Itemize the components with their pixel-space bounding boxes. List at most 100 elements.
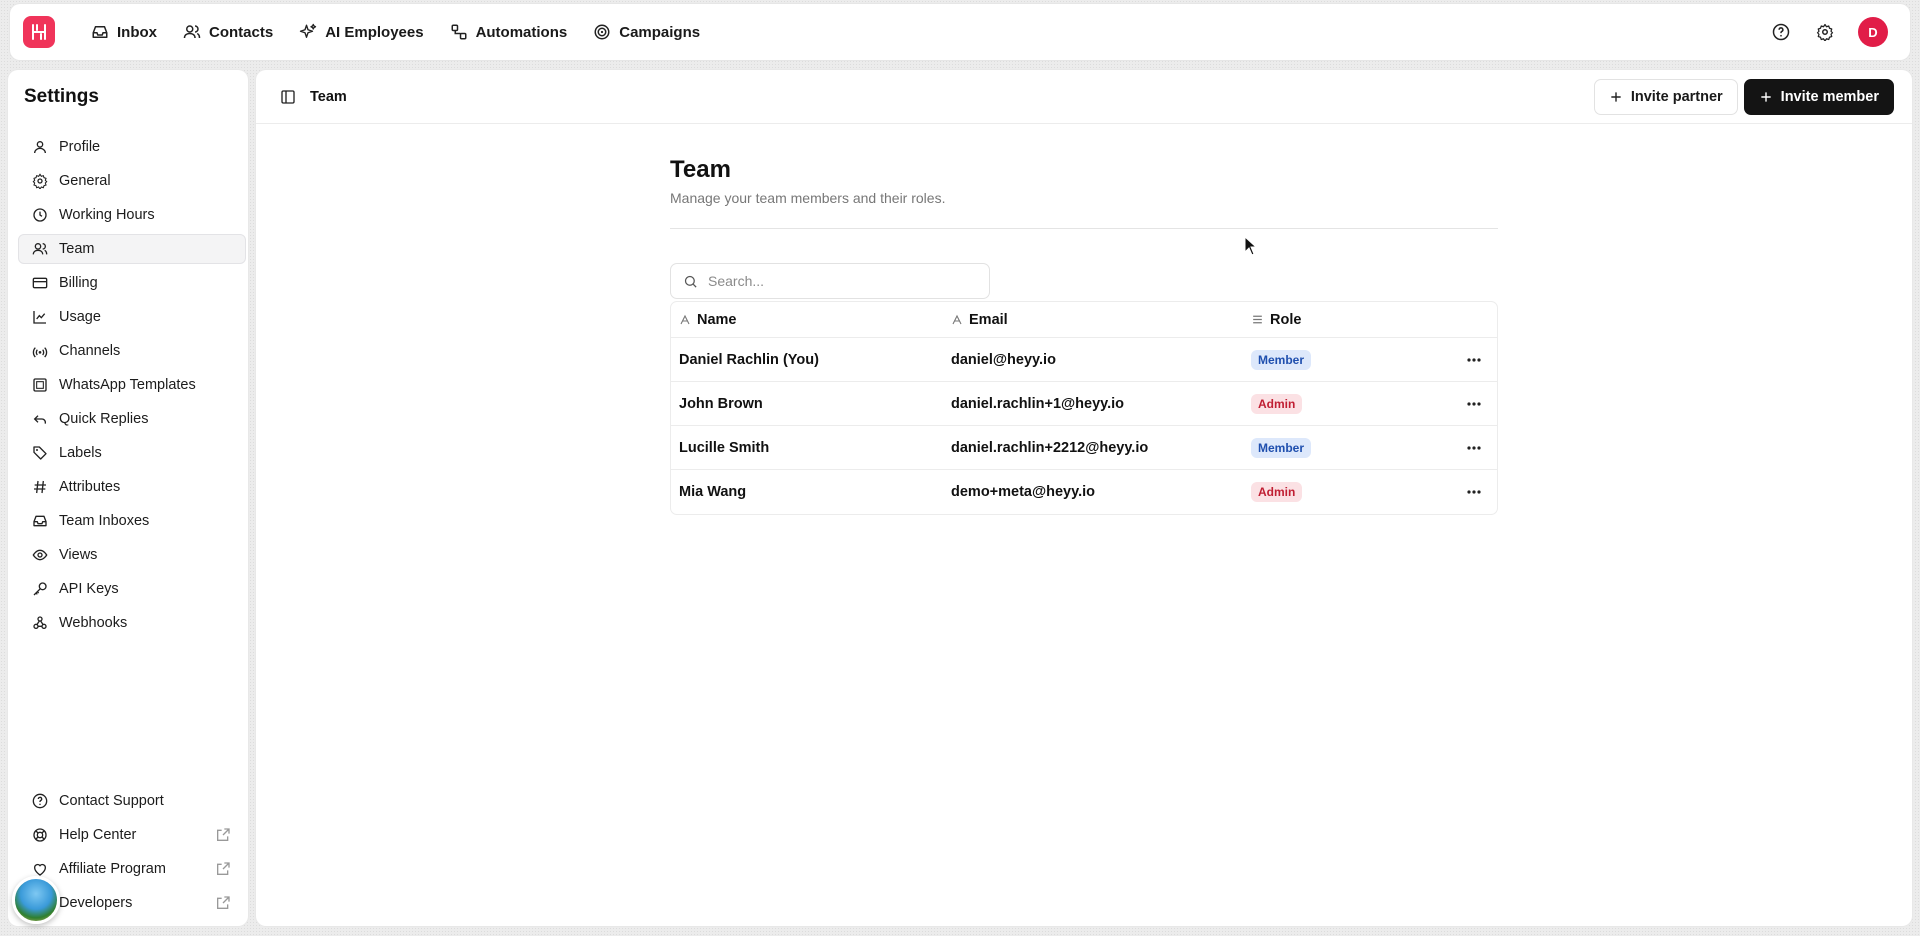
nav-campaigns[interactable]: Campaigns	[583, 14, 710, 50]
sidebar-item-billing[interactable]: Billing	[18, 268, 246, 298]
divider	[670, 228, 1498, 229]
search-input[interactable]	[708, 273, 968, 289]
nav-ai-employees-label: AI Employees	[325, 23, 424, 41]
member-email: daniel.rachlin+1@heyy.io	[951, 395, 1125, 412]
sidebar-item-help-center[interactable]: Help Center	[18, 820, 246, 850]
column-header-name-label: Name	[697, 311, 737, 328]
row-actions-button[interactable]	[1451, 401, 1497, 406]
sidebar-item-label: WhatsApp Templates	[59, 377, 196, 393]
sidebar-item-channels[interactable]: Channels	[18, 336, 246, 366]
row-actions-button[interactable]	[1451, 490, 1497, 494]
nav-inbox[interactable]: Inbox	[81, 14, 167, 50]
target-icon	[594, 24, 610, 40]
sidebar-item-profile[interactable]: Profile	[18, 132, 246, 162]
more-horizontal-icon	[1467, 445, 1481, 450]
nav-automations[interactable]: Automations	[440, 14, 578, 50]
page-title: Team	[670, 156, 731, 183]
help-circle-icon	[32, 793, 48, 809]
sidebar-item-label: Billing	[59, 275, 98, 291]
sidebar-item-label: Views	[59, 547, 98, 563]
clock-icon	[33, 208, 47, 222]
reply-icon	[33, 415, 46, 424]
gear-icon	[32, 173, 48, 189]
sidebar-item-api-keys[interactable]: API Keys	[18, 574, 246, 604]
plus-icon	[1611, 91, 1621, 102]
sidebar-item-label: Working Hours	[59, 207, 155, 223]
nav-campaigns-label: Campaigns	[619, 23, 701, 41]
table-row: Daniel Rachlin (You) daniel@heyy.io Memb…	[671, 338, 1497, 382]
column-header-email-label: Email	[969, 311, 1008, 328]
sidebar-item-label: Attributes	[59, 479, 121, 495]
credit-card-icon	[32, 277, 48, 289]
mouse-cursor-icon	[1244, 236, 1258, 256]
sidebar-item-affiliate-program[interactable]: Affiliate Program	[18, 854, 246, 884]
lifebuoy-icon	[33, 828, 47, 842]
column-header-role[interactable]: Role	[1251, 312, 1451, 328]
member-email: daniel.rachlin+2212@heyy.io	[951, 439, 1149, 456]
settings-sidebar: Settings Profile General Working Hours T…	[8, 70, 248, 926]
role-badge: Admin	[1251, 482, 1303, 502]
hash-icon	[34, 480, 46, 494]
nav-contacts[interactable]: Contacts	[173, 14, 283, 50]
sidebar-item-team-inboxes[interactable]: Team Inboxes	[18, 506, 246, 536]
invite-member-button[interactable]: Invite member	[1743, 78, 1894, 115]
row-actions-button[interactable]	[1451, 445, 1497, 450]
sidebar-item-labels[interactable]: Labels	[18, 438, 246, 468]
breadcrumb: Team	[280, 89, 347, 105]
nav-ai-employees[interactable]: AI Employees	[289, 14, 433, 50]
invite-member-label: Invite member	[1780, 88, 1879, 105]
sidebar-item-label: API Keys	[59, 581, 119, 597]
external-link-icon	[217, 896, 230, 909]
member-email: demo+meta@heyy.io	[951, 484, 1096, 500]
inbox-icon	[33, 515, 47, 527]
tag-icon	[33, 446, 47, 460]
sidebar-item-team[interactable]: Team	[18, 234, 246, 264]
breadcrumb-current: Team	[310, 88, 347, 105]
table-row: Lucille Smith daniel.rachlin+2212@heyy.i…	[671, 426, 1497, 470]
sidebar-item-quick-replies[interactable]: Quick Replies	[18, 404, 246, 434]
settings-button[interactable]	[1814, 21, 1836, 43]
sidebar-item-whatsapp-templates[interactable]: WhatsApp Templates	[18, 370, 246, 400]
template-icon	[33, 378, 47, 392]
sidebar-toggle-icon[interactable]	[280, 89, 296, 105]
table-row: John Brown daniel.rachlin+1@heyy.io Admi…	[671, 382, 1497, 426]
sidebar-item-attributes[interactable]: Attributes	[18, 472, 246, 502]
inbox-icon	[92, 26, 108, 38]
list-icon	[1253, 315, 1262, 324]
text-type-icon	[952, 314, 962, 324]
sidebar-item-label: General	[59, 173, 111, 189]
app-logo[interactable]	[23, 16, 55, 48]
sidebar-title: Settings	[24, 86, 99, 107]
broadcast-icon	[32, 347, 48, 358]
gear-icon	[1816, 23, 1834, 41]
sidebar-item-usage[interactable]: Usage	[18, 302, 246, 332]
sidebar-item-label: Developers	[59, 895, 133, 911]
invite-partner-button[interactable]: Invite partner	[1593, 78, 1738, 115]
nav-contacts-label: Contacts	[209, 23, 274, 41]
sidebar-item-views[interactable]: Views	[18, 540, 246, 570]
main-panel: Team Invite partner Invite member Team M…	[256, 70, 1912, 926]
chat-widget-launcher[interactable]	[12, 876, 60, 924]
sidebar-item-working-hours[interactable]: Working Hours	[18, 200, 246, 230]
workflow-icon	[451, 24, 467, 40]
sidebar-item-contact-support[interactable]: Contact Support	[18, 786, 246, 816]
user-icon	[34, 141, 46, 154]
column-header-email[interactable]: Email	[951, 312, 1251, 328]
row-actions-button[interactable]	[1451, 357, 1497, 362]
search-box	[670, 263, 990, 299]
sidebar-item-webhooks[interactable]: Webhooks	[18, 608, 246, 638]
sidebar-item-general[interactable]: General	[18, 166, 246, 196]
search-icon	[684, 275, 697, 288]
webhook-icon	[33, 616, 47, 629]
sidebar-item-label: Usage	[59, 309, 101, 325]
settings-menu: Profile General Working Hours Team Billi…	[18, 132, 246, 642]
user-avatar[interactable]: D	[1858, 17, 1888, 47]
sidebar-item-label: Team Inboxes	[59, 513, 150, 529]
sparkles-icon	[300, 23, 317, 38]
team-content: Team Manage your team members and their …	[670, 156, 1498, 515]
team-table: Name Email Role Daniel Rachlin (You) dan…	[670, 301, 1498, 515]
role-badge: Member	[1251, 349, 1312, 370]
help-button[interactable]	[1770, 21, 1792, 43]
member-name: Lucille Smith	[679, 439, 770, 456]
column-header-name[interactable]: Name	[671, 312, 951, 328]
